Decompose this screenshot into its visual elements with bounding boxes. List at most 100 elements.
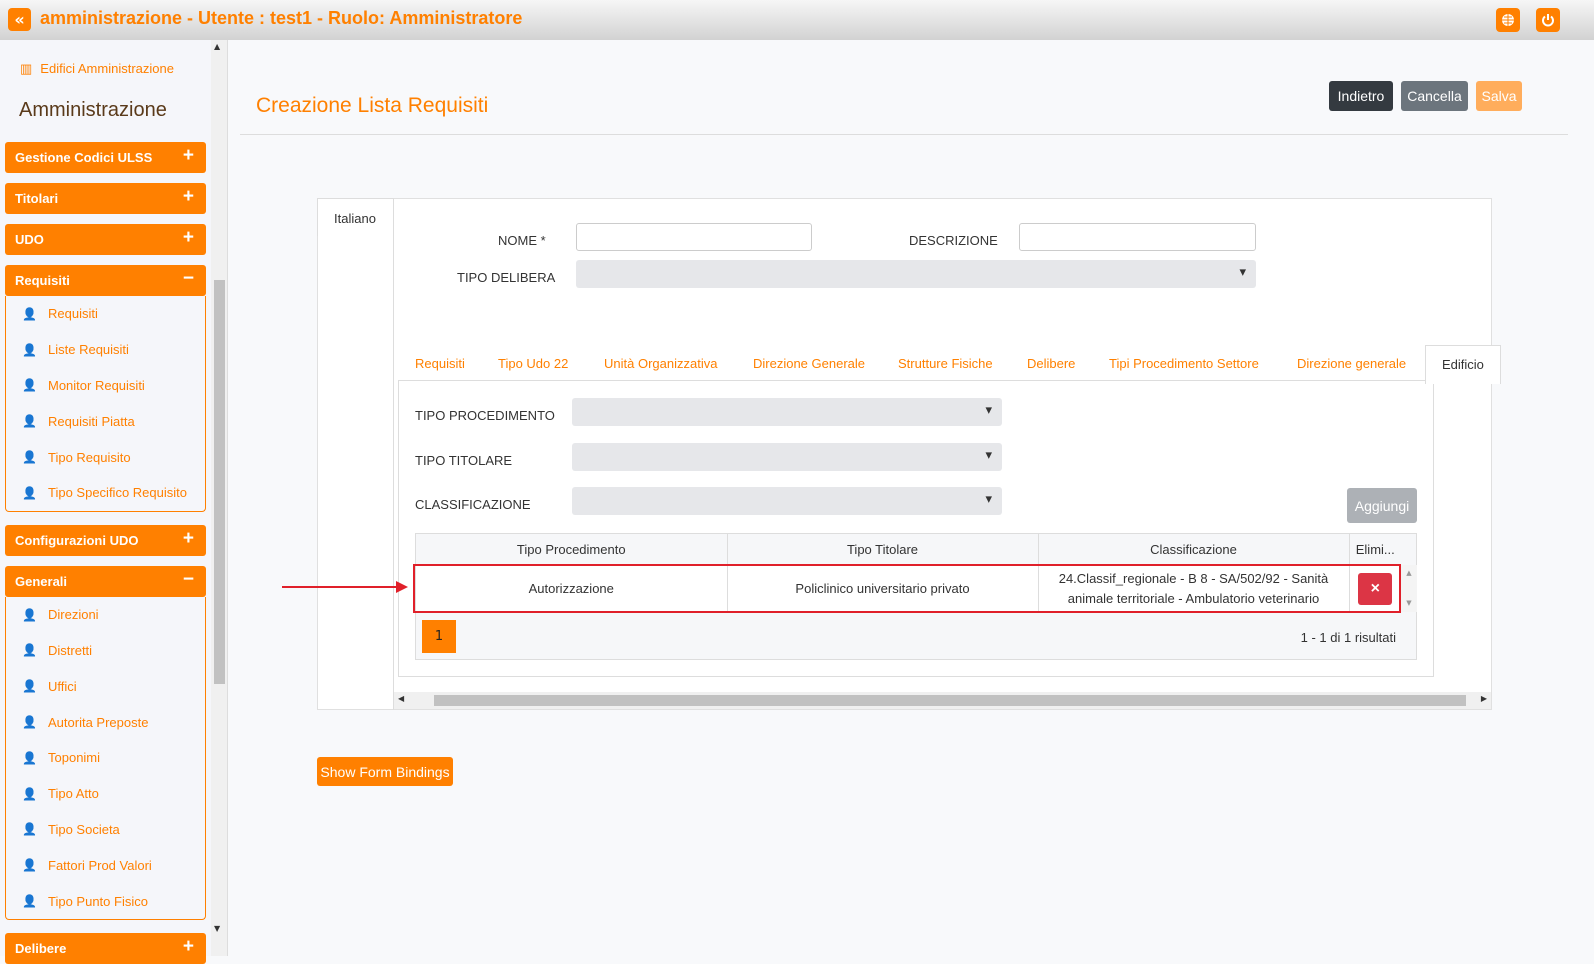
scrollbar-thumb[interactable] <box>434 695 1466 706</box>
top-bar: « amministrazione - Utente : test1 - Ruo… <box>0 0 1594 40</box>
tab-requisiti[interactable]: Requisiti <box>415 356 465 371</box>
classificazione-select[interactable] <box>572 487 1002 515</box>
tipo-procedimento-select[interactable] <box>572 398 1002 426</box>
logout-button[interactable] <box>1536 8 1560 32</box>
tab-direzione-generale[interactable]: Direzione generale <box>1297 356 1406 371</box>
section-label: Generali <box>15 573 68 589</box>
sidebar-item-label: Autorita Preposte <box>48 714 149 730</box>
power-icon <box>1542 14 1554 27</box>
sidebar-item[interactable]: 👤 Tipo Societa <box>6 812 205 848</box>
tab-tipi-procedimento-settore[interactable]: Tipi Procedimento Settore <box>1109 356 1259 371</box>
scroll-up-icon[interactable]: ▲ <box>214 42 220 51</box>
column-header[interactable]: Elimi... <box>1349 534 1401 565</box>
page-1-button[interactable]: 1 <box>422 620 456 653</box>
tipo-titolare-select[interactable] <box>572 443 1002 471</box>
back-button[interactable]: Indietro <box>1329 81 1393 111</box>
sidebar-item[interactable]: 👤 Autorita Preposte <box>6 704 205 740</box>
sidebar-item[interactable]: 👤 Fattori Prod Valori <box>6 847 205 883</box>
sidebar-item-label: Toponimi <box>48 750 101 766</box>
column-header[interactable]: Tipo Titolare <box>727 534 1039 565</box>
show-form-bindings-button[interactable]: Show Form Bindings <box>317 757 453 786</box>
save-button[interactable]: Salva <box>1476 81 1522 111</box>
user-edit-icon: 👤 <box>22 414 37 429</box>
sidebar-item-label: Tipo Specifico Requisito <box>48 485 187 501</box>
page-title: Creazione Lista Requisiti <box>256 94 489 117</box>
section-label: Titolari <box>15 191 59 206</box>
minus-icon: − <box>182 568 194 590</box>
tab-italiano[interactable]: Italiano <box>317 198 394 236</box>
sidebar-item[interactable]: 👤 Uffici <box>6 668 205 704</box>
aggiungi-button[interactable]: Aggiungi <box>1347 488 1417 523</box>
sidebar-item-label: Tipo Punto Fisico <box>48 893 148 909</box>
user-edit-icon: 👤 <box>22 342 37 357</box>
sidebar-scrollbar[interactable]: ▲ ▼ <box>211 40 228 956</box>
tipo-titolare-label: TIPO TITOLARE <box>415 453 513 468</box>
sidebar-section-gestione-codici-ulss[interactable]: Gestione Codici ULSS + <box>5 142 206 173</box>
tab-strutture-fisiche[interactable]: Strutture Fisiche <box>898 356 993 371</box>
app-title: amministrazione - Utente : test1 - Ruolo… <box>40 8 523 28</box>
sidebar-item[interactable]: 👤 Toponimi <box>6 740 205 776</box>
sidebar-item-label: Fattori Prod Valori <box>48 857 152 873</box>
sidebar-item[interactable]: 👤 Liste Requisiti <box>6 332 205 368</box>
classificazione-label: CLASSIFICAZIONE <box>415 497 531 512</box>
plus-icon: + <box>182 527 194 549</box>
sidebar-item[interactable]: 👤 Tipo Requisito <box>6 439 205 475</box>
sidebar-section-configurazioni-udo[interactable]: Configurazioni UDO + <box>5 524 206 556</box>
annotation-arrow-icon <box>282 581 408 593</box>
tipo-delibera-select[interactable] <box>576 260 1256 288</box>
sidebar-item[interactable]: 👤 Tipo Atto <box>6 776 205 812</box>
sidebar-item[interactable]: 👤 Tipo Specifico Requisito <box>6 475 205 511</box>
plus-icon: + <box>182 186 194 207</box>
sidebar-item[interactable]: 👤 Direzioni <box>6 597 205 633</box>
sidebar-item[interactable]: 👤 Distretti <box>6 633 205 669</box>
sidebar-item-label: Tipo Societa <box>48 821 120 837</box>
sidebar-group: 👤 Direzioni 👤 Distretti 👤 Uffici 👤 Autorita Pre… <box>5 596 206 920</box>
descrizione-label: DESCRIZIONE <box>909 233 998 248</box>
double-chevron-left-icon: « <box>14 10 25 29</box>
section-label: Gestione Codici ULSS <box>15 150 153 165</box>
sidebar-section-requisiti[interactable]: Requisiti − <box>5 265 206 296</box>
sidebar-item-label: Direzioni <box>48 607 99 623</box>
tipo-delibera-label: TIPO DELIBERA <box>457 270 556 285</box>
section-label: Delibere <box>15 941 67 956</box>
sidebar-item-label: Liste Requisiti <box>48 342 129 358</box>
sidebar-section-generali[interactable]: Generali − <box>5 565 206 597</box>
user-edit-icon: 👤 <box>22 485 37 500</box>
tab-delibere[interactable]: Delibere <box>1027 356 1075 371</box>
tab-direzione-generale[interactable]: Direzione Generale <box>753 356 865 371</box>
language-button[interactable] <box>1496 8 1520 32</box>
collapse-sidebar-button[interactable]: « <box>8 8 31 31</box>
user-edit-icon: 👤 <box>22 643 37 658</box>
descrizione-input[interactable] <box>1019 223 1256 251</box>
sidebar-item[interactable]: 👤 Requisiti Piatta <box>6 403 205 439</box>
nome-input[interactable] <box>576 223 812 251</box>
horizontal-scrollbar[interactable]: ◀ ▶ <box>394 692 1491 709</box>
user-edit-icon: 👤 <box>22 894 37 909</box>
pager-summary: 1 - 1 di 1 risultati <box>1300 630 1396 645</box>
sidebar-section-udo[interactable]: UDO + <box>5 224 206 255</box>
results-grid: Tipo Procedimento Tipo Titolare Classifi… <box>413 533 1417 660</box>
sidebar-link-edifici[interactable]: ▥ Edifici Amministrazione <box>20 61 174 77</box>
cancel-button[interactable]: Cancella <box>1401 81 1468 111</box>
row-highlight <box>413 564 1401 613</box>
scroll-down-icon[interactable]: ▼ <box>214 924 220 933</box>
sidebar-item-label: Uffici <box>48 678 77 694</box>
sidebar-section-delibere[interactable]: Delibere + <box>5 933 206 964</box>
sidebar-section-titolari[interactable]: Titolari + <box>5 183 206 214</box>
scroll-left-icon[interactable]: ◀ <box>398 694 404 703</box>
sidebar-item[interactable]: 👤 Tipo Punto Fisico <box>6 883 205 919</box>
tab-unità-organizzativa[interactable]: Unità Organizzativa <box>604 356 717 371</box>
scrollbar-thumb[interactable] <box>214 280 225 684</box>
tipo-procedimento-label: TIPO PROCEDIMENTO <box>415 408 555 423</box>
sidebar-item[interactable]: 👤 Monitor Requisiti <box>6 368 205 404</box>
scroll-right-icon[interactable]: ▶ <box>1481 694 1487 703</box>
user-edit-icon: 👤 <box>22 715 37 730</box>
tab-tipo-udo-22[interactable]: Tipo Udo 22 <box>498 356 568 371</box>
grid-scrollbar[interactable]: ▲ ▼ <box>1401 565 1417 612</box>
column-header[interactable]: Tipo Procedimento <box>416 534 728 565</box>
sidebar-item[interactable]: 👤 Requisiti <box>6 296 205 332</box>
user-edit-icon: 👤 <box>22 378 37 393</box>
column-header[interactable]: Classificazione <box>1038 534 1350 565</box>
tab-edificio[interactable]: Edificio <box>1425 345 1501 384</box>
divider <box>393 236 394 710</box>
